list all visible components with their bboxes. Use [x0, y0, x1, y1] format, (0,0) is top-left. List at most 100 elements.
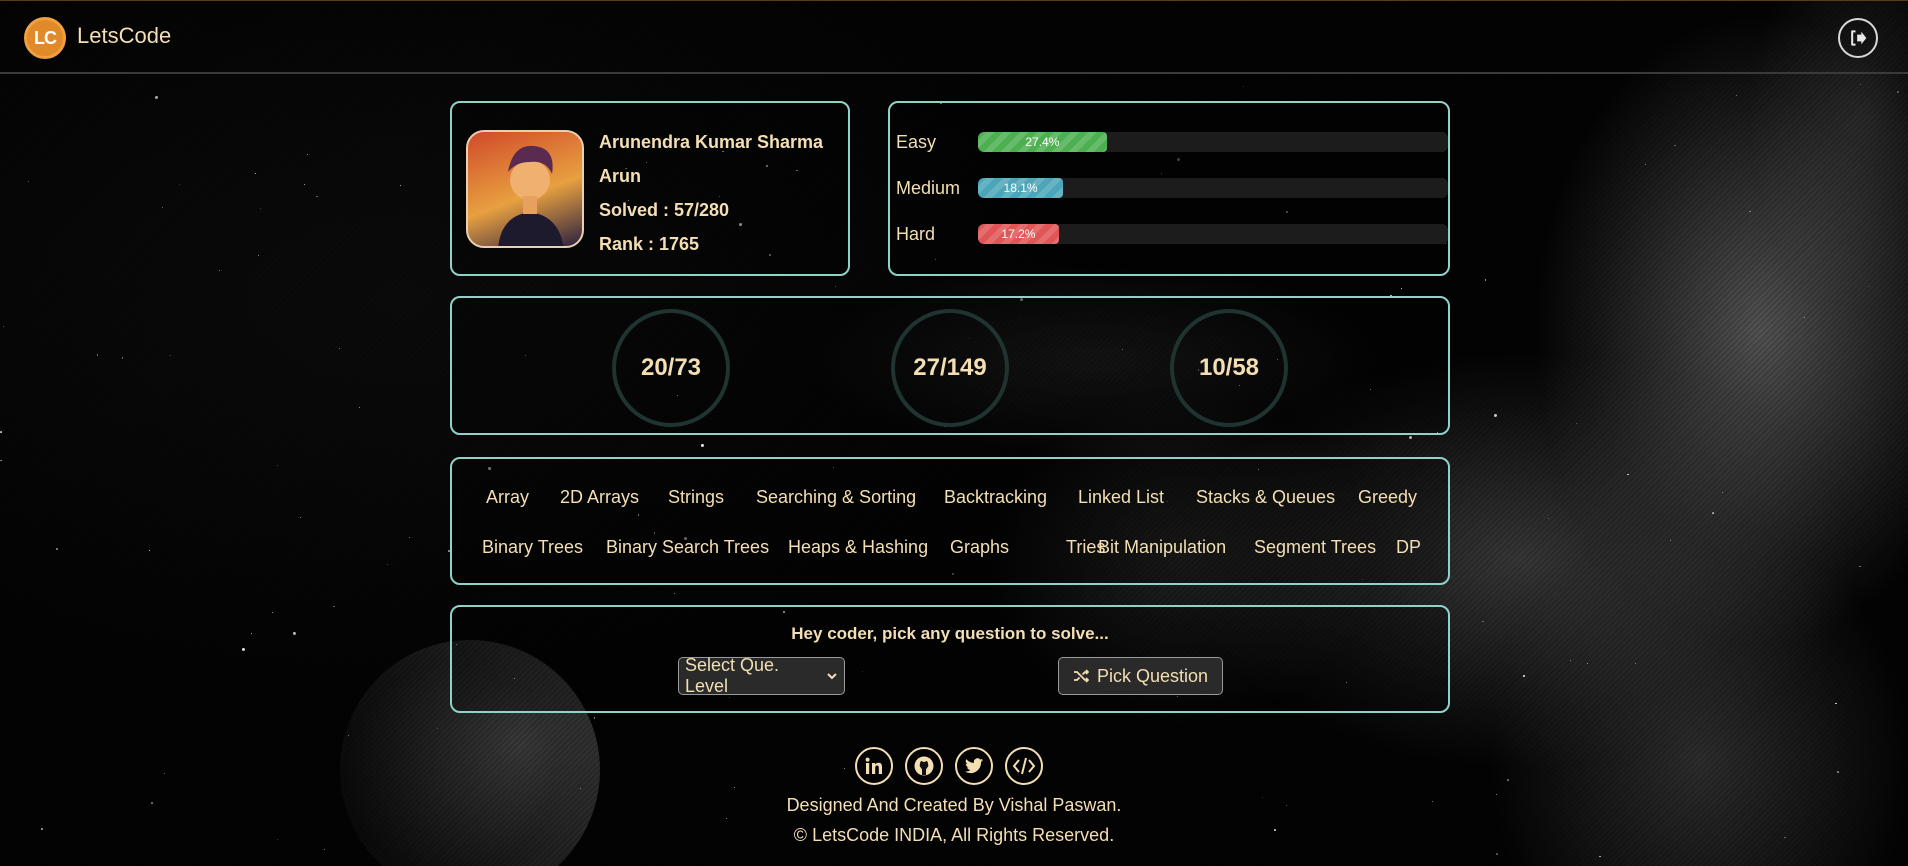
topic-dp[interactable]: DP	[1396, 537, 1421, 558]
avatar-illustration	[498, 145, 564, 246]
star	[155, 96, 159, 100]
topic-heaps-hashing[interactable]: Heaps & Hashing	[788, 537, 928, 558]
topic-strings[interactable]: Strings	[668, 487, 724, 508]
star	[348, 734, 350, 736]
letscode-logo[interactable]: LC	[24, 17, 66, 59]
star	[386, 563, 389, 566]
star	[306, 153, 309, 156]
pick-question-label: Pick Question	[1096, 665, 1209, 686]
star	[333, 605, 335, 608]
star	[359, 407, 361, 408]
star	[1837, 771, 1839, 773]
star	[276, 465, 278, 467]
star	[161, 207, 163, 209]
star	[1243, 86, 1245, 88]
portfolio-link[interactable]	[1005, 747, 1043, 785]
star	[300, 517, 302, 519]
question-level-select[interactable]: Select Que. Level	[678, 655, 845, 696]
chevron-down-icon	[827, 673, 837, 680]
footer-credit: Designed And Created By Vishal Paswan.	[786, 795, 1122, 815]
profile-rank: Rank : 1765	[599, 234, 700, 254]
progress-track-hard: 17.2%	[978, 224, 1448, 244]
star	[1496, 853, 1498, 855]
topic-searching-sorting[interactable]: Searching & Sorting	[756, 487, 916, 508]
topic-2d-arrays[interactable]: 2D Arrays	[560, 487, 639, 508]
picker-title: Hey coder, pick any question to solve...	[791, 624, 1109, 643]
star	[56, 548, 58, 550]
topic-segment-trees[interactable]: Segment Trees	[1254, 537, 1376, 558]
star	[1897, 91, 1899, 93]
profile-solved: Solved : 57/280	[599, 200, 730, 220]
topic-graphs[interactable]: Graphs	[950, 537, 1009, 558]
star	[259, 208, 261, 210]
star	[1493, 414, 1497, 418]
topic-greedy[interactable]: Greedy	[1358, 487, 1417, 508]
star	[1586, 662, 1588, 664]
question-level-value: Select Que. Level	[685, 655, 780, 696]
topic-linked-list[interactable]: Linked List	[1078, 487, 1164, 508]
github-link[interactable]	[905, 747, 943, 785]
star	[674, 593, 675, 595]
profile-name: Arunendra Kumar Sharma	[599, 132, 824, 152]
star	[1634, 662, 1636, 664]
logout-button[interactable]	[1838, 18, 1878, 58]
logout-icon	[1851, 30, 1867, 46]
star	[834, 285, 837, 288]
star	[1868, 286, 1870, 288]
progress-fill-hard: 17.2%	[978, 224, 1059, 244]
star	[1721, 491, 1723, 493]
question-picker-card: Hey coder, pick any question to solve...…	[450, 605, 1450, 713]
solved-circle-hard: 10/58	[1170, 309, 1288, 427]
star	[436, 727, 438, 729]
star	[121, 357, 124, 359]
star	[219, 270, 221, 272]
topic-stacks-queues[interactable]: Stacks & Queues	[1196, 487, 1335, 508]
star	[148, 550, 150, 552]
top-navbar: LC LetsCode	[0, 0, 1908, 74]
star	[593, 717, 596, 719]
star	[1569, 659, 1572, 662]
topic-array[interactable]: Array	[486, 487, 529, 508]
progress-label-medium: Medium	[896, 178, 961, 198]
avatar	[466, 130, 584, 248]
linkedin-icon	[865, 757, 882, 774]
brand-name[interactable]: LetsCode	[77, 23, 171, 49]
star	[399, 184, 402, 187]
star	[1576, 423, 1578, 425]
code-icon	[1012, 757, 1036, 775]
topic-bit-manipulation[interactable]: Bit Manipulation	[1098, 537, 1226, 558]
star	[1859, 565, 1861, 568]
star	[316, 195, 318, 198]
solved-circle-medium: 27/149	[891, 309, 1009, 427]
topic-backtracking[interactable]: Backtracking	[944, 487, 1047, 508]
star	[1599, 855, 1601, 858]
star	[1674, 144, 1676, 147]
progress-fill-easy: 27.4%	[978, 132, 1107, 152]
solved-counts-card: 20/73 27/149 10/58	[450, 296, 1450, 435]
star	[1507, 779, 1509, 781]
profile-info: Arunendra Kumar Sharma Arun Solved : 57/…	[599, 125, 823, 261]
star	[1749, 210, 1751, 213]
star	[250, 632, 252, 634]
twitter-link[interactable]	[955, 747, 993, 785]
progress-track-medium: 18.1%	[978, 178, 1448, 198]
star	[1835, 702, 1837, 705]
star	[1644, 163, 1647, 166]
profile-card: Arunendra Kumar Sharma Arun Solved : 57/…	[450, 101, 850, 276]
profile-username: Arun	[599, 166, 641, 186]
star	[409, 537, 411, 539]
star	[178, 184, 180, 186]
difficulty-progress-card: Easy 27.4% Medium 18.1% Hard 17.2%	[888, 101, 1450, 276]
star	[254, 173, 256, 175]
star	[1860, 84, 1862, 86]
topic-binary-search-trees[interactable]: Binary Search Trees	[606, 537, 769, 558]
topic-binary-trees[interactable]: Binary Trees	[482, 537, 583, 558]
solved-circle-easy: 20/73	[612, 309, 730, 427]
footer-copyright-row: © LetsCode INDIA, All Rights Reserved.	[0, 825, 1908, 846]
progress-row-easy: Easy 27.4%	[896, 130, 1448, 156]
pick-question-button[interactable]: Pick Question	[1058, 657, 1223, 695]
star	[1627, 473, 1629, 476]
star	[293, 631, 297, 635]
linkedin-link[interactable]	[855, 747, 893, 785]
topics-card: Array 2D Arrays Strings Searching & Sort…	[450, 457, 1450, 585]
